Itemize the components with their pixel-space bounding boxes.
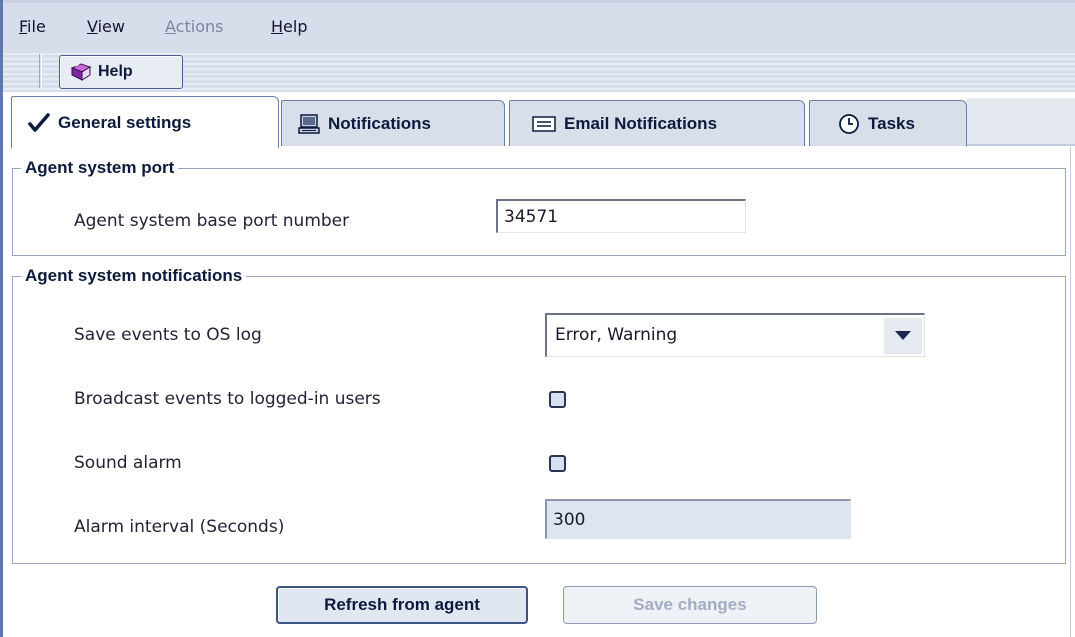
tab-tasks[interactable]: Tasks — [809, 100, 967, 146]
computer-icon — [298, 113, 320, 134]
agent-system-port-group: Agent system port Agent system base port… — [12, 158, 1066, 256]
menu-file-rest: ile — [27, 17, 46, 36]
help-button-label: Help — [98, 63, 133, 80]
tab-email-notifications[interactable]: Email Notifications — [509, 100, 805, 146]
refresh-from-agent-button[interactable]: Refresh from agent — [276, 586, 528, 624]
alarm-interval-label: Alarm interval (Seconds) — [74, 517, 285, 537]
tab-tasks-label: Tasks — [868, 113, 915, 133]
menu-actions[interactable]: Actions — [165, 17, 223, 36]
tab-general-settings-label: General settings — [58, 112, 192, 132]
tab-strip: General settings Notifications Email Not… — [3, 92, 1075, 148]
agent-system-notifications-group: Agent system notifications Save events t… — [12, 266, 1066, 564]
toolbar-grip[interactable] — [39, 54, 42, 88]
book-icon — [70, 63, 92, 81]
agent-system-port-title: Agent system port — [21, 158, 179, 178]
save-events-value: Error, Warning — [555, 325, 678, 345]
chevron-down-icon — [895, 331, 911, 340]
alarm-interval-input[interactable] — [545, 499, 851, 539]
base-port-label: Agent system base port number — [74, 211, 350, 231]
envelope-icon — [532, 115, 556, 132]
sound-alarm-label: Sound alarm — [74, 453, 182, 473]
menu-actions-rest: ctions — [175, 17, 224, 36]
general-settings-panel: Agent system port Agent system base port… — [3, 146, 1075, 637]
save-changes-label: Save changes — [633, 595, 747, 614]
menu-help[interactable]: Help — [271, 17, 307, 36]
dropdown-arrow-button[interactable] — [884, 318, 922, 354]
save-events-select[interactable]: Error, Warning — [545, 313, 925, 357]
refresh-from-agent-label: Refresh from agent — [324, 595, 480, 614]
broadcast-events-checkbox[interactable] — [549, 391, 566, 408]
save-events-label: Save events to OS log — [74, 325, 262, 345]
sound-alarm-checkbox[interactable] — [549, 455, 566, 472]
tab-notifications-label: Notifications — [328, 113, 431, 133]
tab-general-settings[interactable]: General settings — [11, 96, 279, 148]
menu-view-rest: iew — [97, 17, 125, 36]
help-button[interactable]: Help — [59, 55, 183, 89]
save-changes-button[interactable]: Save changes — [563, 586, 817, 624]
clock-icon — [838, 113, 860, 135]
tab-strip-filler — [967, 98, 1075, 146]
tab-email-notifications-label: Email Notifications — [564, 113, 718, 133]
menu-help-rest: elp — [283, 17, 308, 36]
menu-file[interactable]: File — [19, 17, 46, 36]
base-port-input[interactable] — [496, 199, 746, 233]
agent-system-notifications-title: Agent system notifications — [21, 266, 247, 286]
panel-edge — [1070, 146, 1071, 637]
checkmark-icon — [28, 112, 50, 133]
menu-bar: File View Actions Help — [3, 3, 1075, 50]
menu-view[interactable]: View — [87, 17, 125, 36]
toolbar: Help — [3, 50, 1075, 92]
tab-notifications[interactable]: Notifications — [281, 100, 505, 146]
broadcast-events-label: Broadcast events to logged-in users — [74, 389, 381, 409]
